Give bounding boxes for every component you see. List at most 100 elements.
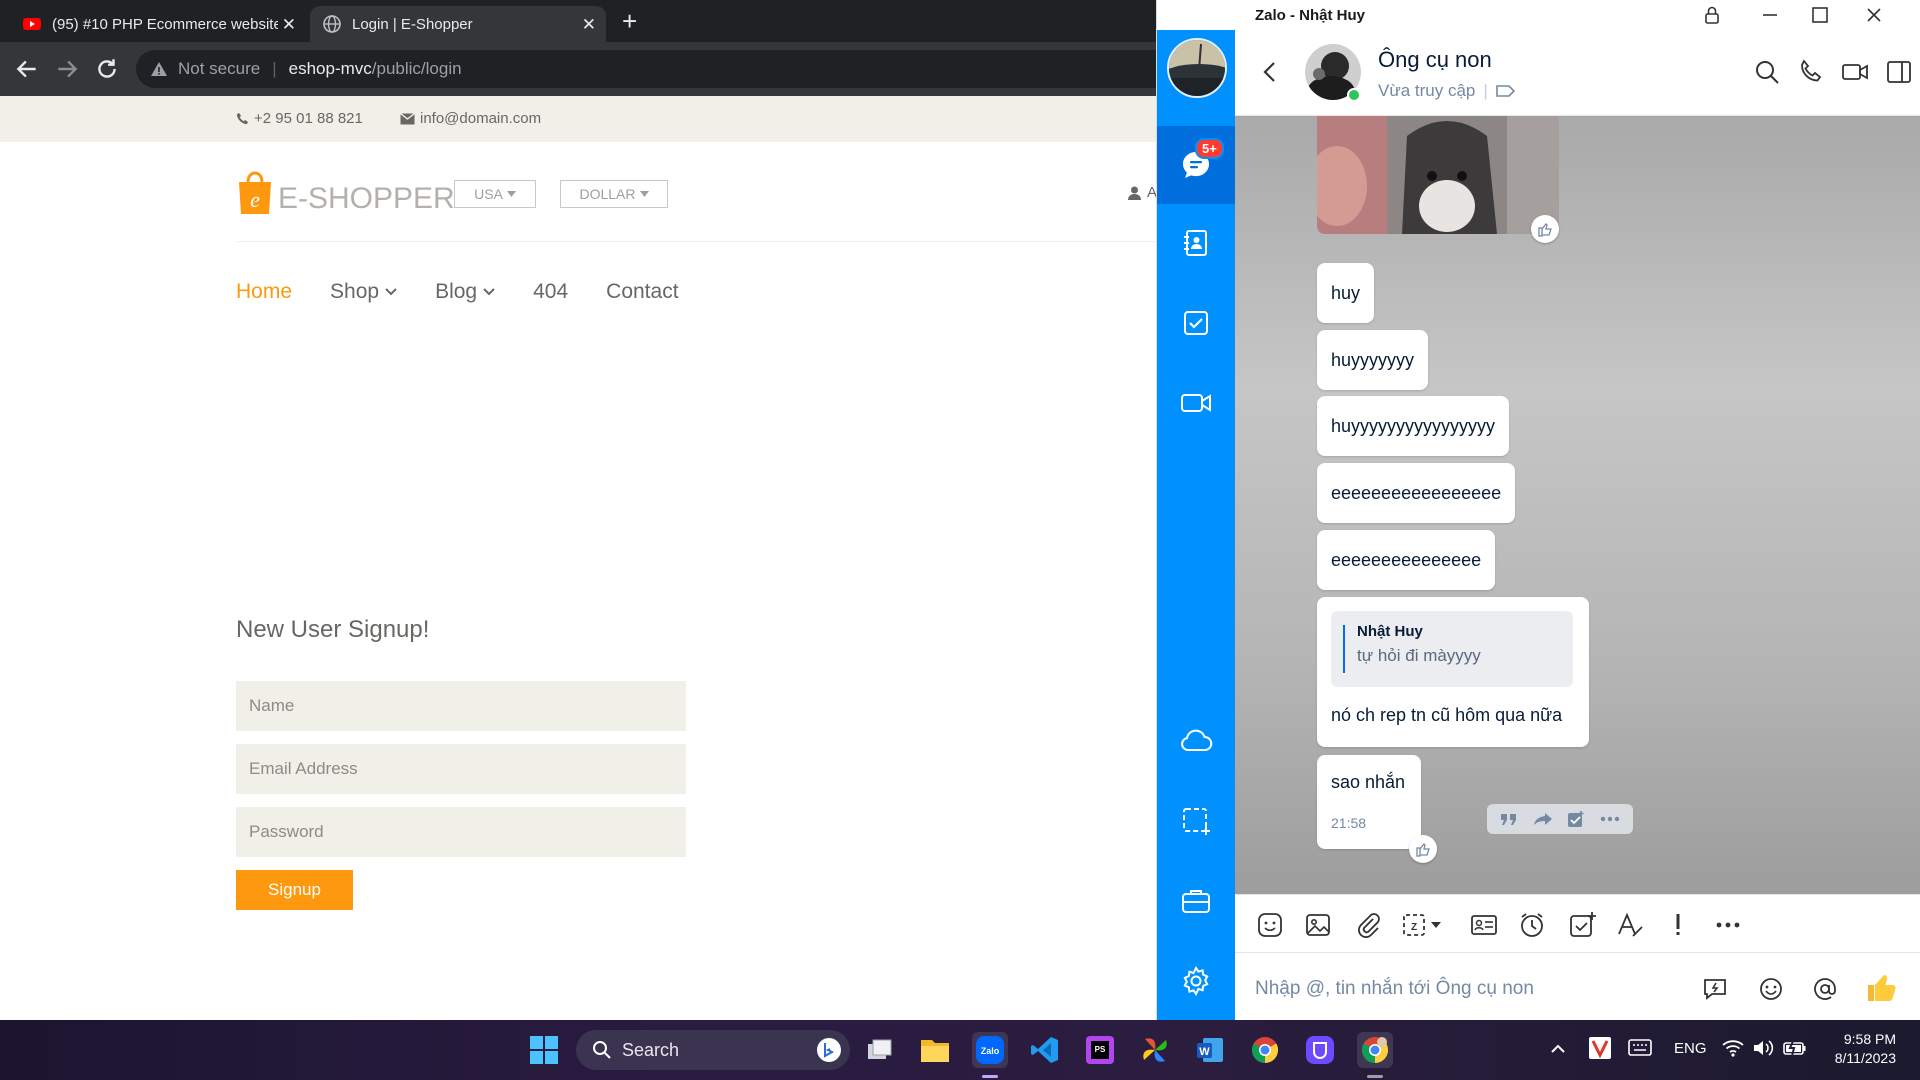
proton-vpn-button[interactable] xyxy=(1302,1032,1338,1068)
message-bubble[interactable]: eeeeeeeeeeeeeeeee xyxy=(1317,463,1516,523)
pinned-app-button[interactable] xyxy=(1137,1032,1173,1068)
site-logo[interactable]: e E-SHOPPER xyxy=(236,168,455,216)
maximize-icon[interactable] xyxy=(1809,4,1831,26)
signup-button[interactable]: Signup xyxy=(236,870,353,910)
system-clock[interactable]: 9:58 PM 8/11/2023 xyxy=(1826,1030,1896,1068)
message-input[interactable]: Nhập @, tin nhắn tới Ông cụ non xyxy=(1235,952,1920,1020)
sidebar-item-video[interactable] xyxy=(1157,364,1235,442)
back-arrow-icon[interactable] xyxy=(14,56,40,82)
sidebar-item-contacts[interactable] xyxy=(1157,204,1235,282)
image-icon[interactable] xyxy=(1303,910,1333,940)
currency-dropdown[interactable]: DOLLAR xyxy=(560,180,668,208)
tag-label-icon[interactable] xyxy=(1495,84,1516,98)
nav-blog[interactable]: Blog xyxy=(435,280,495,304)
nav-shop[interactable]: Shop xyxy=(330,280,397,304)
forward-arrow-icon[interactable] xyxy=(54,56,80,82)
message-bubble[interactable]: eeeeeeeeeeeeeee xyxy=(1317,530,1496,590)
assign-task-icon[interactable] xyxy=(1567,910,1597,940)
wifi-icon[interactable] xyxy=(1722,1038,1744,1058)
gear-icon xyxy=(1183,965,1209,997)
chevron-up-icon[interactable] xyxy=(1550,1042,1566,1054)
sidebar-item-tools[interactable] xyxy=(1157,862,1235,940)
sidebar-item-screenshot[interactable] xyxy=(1157,782,1235,860)
new-tab-button[interactable]: + xyxy=(622,6,637,36)
more-options-icon[interactable] xyxy=(1713,910,1743,940)
screenshot-dropdown-icon[interactable]: Z xyxy=(1401,910,1445,940)
back-chevron-icon[interactable] xyxy=(1261,60,1279,84)
sidebar-item-cloud[interactable] xyxy=(1157,702,1235,780)
word-button[interactable]: W xyxy=(1192,1032,1228,1068)
tab-youtube[interactable]: (95) #10 PHP Ecommerce website ✕ xyxy=(10,6,306,42)
my-avatar[interactable] xyxy=(1167,38,1227,98)
input-language[interactable]: ENG xyxy=(1674,1040,1707,1057)
search-icon[interactable] xyxy=(1753,58,1781,86)
file-explorer-button[interactable] xyxy=(917,1032,953,1068)
sidebar-item-settings[interactable] xyxy=(1157,942,1235,1020)
sidebar-item-messages[interactable]: 5+ xyxy=(1157,126,1235,204)
antivirus-tray-icon[interactable] xyxy=(1588,1036,1612,1060)
open-app-indicator xyxy=(1367,1075,1383,1078)
message-bubble[interactable]: sao nhắn 21:58 xyxy=(1317,755,1421,849)
thumbs-up-send-icon[interactable] xyxy=(1865,971,1899,1005)
reminder-clock-icon[interactable] xyxy=(1517,910,1547,940)
video-call-icon[interactable] xyxy=(1841,58,1869,86)
text-format-icon[interactable] xyxy=(1615,910,1645,940)
nav-contact[interactable]: Contact xyxy=(606,280,678,304)
phone-call-icon[interactable] xyxy=(1797,58,1825,86)
message-bubble[interactable]: huy xyxy=(1317,263,1375,323)
message-bubble[interactable]: huyyyyyyy xyxy=(1317,330,1429,390)
nav-home[interactable]: Home xyxy=(236,280,292,304)
task-view-button[interactable] xyxy=(862,1032,898,1068)
account-link[interactable]: A xyxy=(1128,184,1157,201)
phpstorm-button[interactable]: PS xyxy=(1082,1032,1118,1068)
folder-icon xyxy=(921,1040,949,1062)
attachment-icon[interactable] xyxy=(1353,910,1383,940)
email-field[interactable] xyxy=(236,744,686,794)
sidebar-panel-icon[interactable] xyxy=(1885,58,1913,86)
quoted-message[interactable]: Nhật Huy tự hỏi đi màyyyy xyxy=(1331,611,1573,687)
country-value: USA xyxy=(474,186,503,202)
name-field[interactable] xyxy=(236,681,686,731)
keyboard-icon[interactable] xyxy=(1628,1038,1652,1058)
zalo-taskbar-button[interactable]: Zalo xyxy=(972,1032,1008,1068)
nav-404[interactable]: 404 xyxy=(533,280,568,304)
sticker-icon[interactable] xyxy=(1255,910,1285,940)
battery-charging-icon[interactable] xyxy=(1782,1038,1808,1058)
vscode-button[interactable] xyxy=(1027,1032,1063,1068)
emoji-icon[interactable] xyxy=(1757,975,1785,1003)
lock-icon[interactable] xyxy=(1701,4,1723,26)
quick-message-icon[interactable] xyxy=(1701,975,1729,1003)
message-time: 21:58 xyxy=(1331,815,1367,831)
business-card-icon[interactable] xyxy=(1469,910,1499,940)
chat-messages-area[interactable]: huy huyyyyyyy huyyyyyyyyyyyyyyyy eeeeeee… xyxy=(1235,116,1920,894)
like-reaction-button[interactable] xyxy=(1409,835,1437,863)
quote-reply-icon[interactable] xyxy=(1500,811,1518,827)
close-tab-icon[interactable]: ✕ xyxy=(582,15,596,35)
chrome-button[interactable] xyxy=(1247,1032,1283,1068)
close-icon[interactable] xyxy=(1863,4,1885,26)
last-seen-text: Vừa truy cập xyxy=(1378,81,1476,100)
forward-icon[interactable] xyxy=(1533,811,1553,827)
more-dots-icon[interactable] xyxy=(1600,816,1620,822)
like-reaction-button[interactable] xyxy=(1531,215,1559,243)
close-tab-icon[interactable]: ✕ xyxy=(282,15,296,35)
urgent-exclamation-icon[interactable] xyxy=(1663,910,1693,940)
minimize-icon[interactable] xyxy=(1759,4,1781,26)
chrome-profile-button[interactable] xyxy=(1357,1032,1393,1068)
pinwheel-app-icon xyxy=(1143,1038,1167,1062)
start-button[interactable] xyxy=(526,1032,562,1068)
reply-message-bubble[interactable]: Nhật Huy tự hỏi đi màyyyy nó ch rep tn c… xyxy=(1317,597,1589,747)
address-bar[interactable]: Not secure | eshop-mvc/public/login xyxy=(136,50,1176,88)
mention-icon[interactable] xyxy=(1811,975,1839,1003)
country-dropdown[interactable]: USA xyxy=(454,180,536,208)
sidebar-item-todo[interactable] xyxy=(1157,284,1235,362)
task-check-icon[interactable] xyxy=(1567,810,1585,828)
tab-eshopper-login[interactable]: Login | E-Shopper ✕ xyxy=(310,6,606,42)
password-field[interactable] xyxy=(236,807,686,857)
volume-icon[interactable] xyxy=(1752,1038,1774,1058)
webpage: +2 95 01 88 821 info@domain.com e E-SHOP… xyxy=(0,96,1160,1020)
image-message[interactable] xyxy=(1317,116,1559,234)
taskbar-search[interactable]: Search xyxy=(576,1030,850,1070)
message-bubble[interactable]: huyyyyyyyyyyyyyyyy xyxy=(1317,396,1510,456)
reload-icon[interactable] xyxy=(94,56,120,82)
